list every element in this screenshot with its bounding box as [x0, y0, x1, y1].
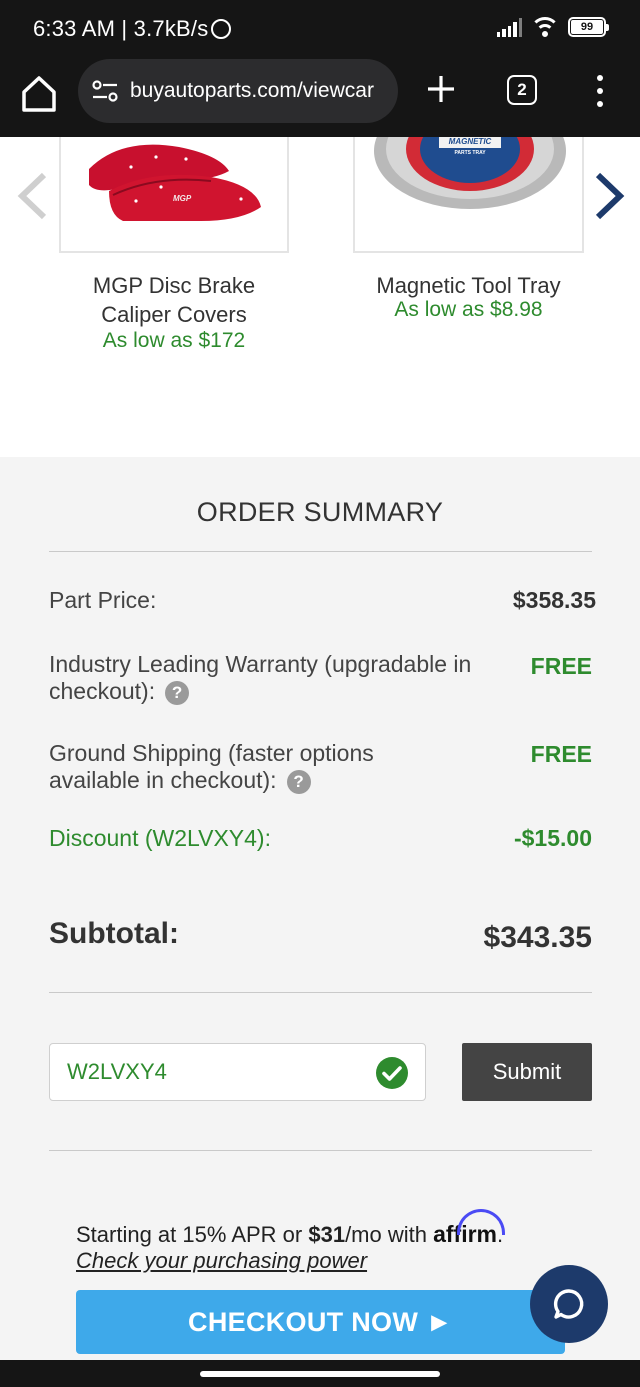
shipping-value: FREE — [530, 741, 592, 767]
tool-tray-image: MAGNETIC PARTS TRAY — [374, 137, 566, 209]
affirm-prefix: Starting at 15% APR or — [76, 1222, 309, 1247]
affirm-arc-icon — [457, 1209, 506, 1235]
home-icon — [22, 76, 56, 112]
product-name-line: Caliper Covers — [101, 302, 247, 327]
status-bar: 6:33 AM | 3.7kB/s 99 — [0, 0, 640, 56]
tray-logo-text: MAGNETIC — [449, 137, 492, 146]
affirm-suffix: /mo with — [345, 1222, 434, 1247]
product-name-tool-tray[interactable]: Magnetic Tool Tray — [353, 271, 584, 300]
menu-dot-icon — [597, 75, 603, 81]
part-price-value: $358.35 — [512, 587, 596, 613]
promo-code-input[interactable]: W2LVXY4 — [49, 1043, 426, 1101]
promo-code-value: W2LVXY4 — [67, 1059, 167, 1084]
warranty-value: FREE — [530, 653, 592, 679]
whatsapp-icon — [211, 19, 232, 39]
shipping-label: Ground Shipping (faster options availabl… — [49, 740, 374, 794]
address-bar[interactable]: buyautoparts.com/viewcar — [78, 59, 398, 123]
warranty-label: Industry Leading Warranty (upgradable in… — [49, 651, 471, 705]
battery-level: 99 — [571, 20, 603, 34]
divider — [49, 1150, 592, 1151]
product-image-tool-tray[interactable]: MAGNETIC PARTS TRAY — [353, 137, 584, 253]
menu-dot-icon — [597, 88, 603, 94]
url-text: buyautoparts.com/viewcar — [130, 79, 374, 102]
product-price-caliper-covers: As low as $172 — [102, 329, 246, 352]
browser-toolbar: buyautoparts.com/viewcar 2 — [0, 56, 640, 137]
divider — [49, 551, 592, 552]
promo-submit-button[interactable]: Submit — [462, 1043, 592, 1101]
signal-icon — [496, 17, 522, 37]
divider — [49, 992, 592, 993]
tray-logo-subtext: PARTS TRAY — [454, 150, 486, 156]
chevron-right-icon[interactable] — [590, 171, 626, 221]
related-products-carousel: MGP MAGNETIC PARTS TRAY MGP Disc Brake C… — [0, 137, 640, 457]
tab-switcher-button[interactable]: 2 — [507, 75, 537, 105]
warranty-label-line: Industry Leading Warranty (upgradable in — [49, 651, 472, 677]
product-image-caliper-covers[interactable]: MGP — [59, 137, 289, 253]
shipping-label-line: Ground Shipping (faster options — [49, 740, 374, 766]
chat-bubble-icon — [553, 1289, 584, 1319]
caliper-logo-text: MGP — [173, 194, 192, 203]
shipping-label-text: available in checkout): — [49, 767, 277, 793]
chevron-left-icon[interactable] — [14, 171, 50, 221]
status-icons: 99 — [496, 17, 609, 37]
product-name-caliper-covers[interactable]: MGP Disc Brake Caliper Covers — [59, 271, 289, 329]
check-purchasing-power-link[interactable]: Check your purchasing power — [76, 1248, 367, 1274]
discount-value: -$15.00 — [513, 825, 592, 851]
chat-button[interactable] — [530, 1265, 608, 1343]
home-button[interactable] — [20, 74, 58, 114]
home-gesture-pill[interactable] — [200, 1371, 440, 1377]
warranty-label-text: checkout): — [49, 678, 156, 704]
affirm-logo: affirm — [433, 1209, 506, 1247]
product-price-tool-tray: As low as $8.98 — [394, 298, 543, 321]
wifi-icon — [532, 17, 558, 37]
browser-menu-button[interactable] — [592, 75, 608, 107]
affirm-amount: $31 — [308, 1222, 346, 1247]
subtotal-label: Subtotal: — [49, 917, 179, 950]
site-settings-icon[interactable] — [92, 80, 118, 102]
menu-dot-icon — [597, 101, 603, 107]
warranty-label-line: checkout):? — [49, 678, 471, 705]
checkout-now-button[interactable]: CHECKOUT NOW ► — [76, 1290, 565, 1354]
part-price-label: Part Price: — [49, 587, 157, 613]
help-icon[interactable]: ? — [286, 769, 311, 794]
discount-label: Discount (W2LVXY4): — [49, 825, 271, 851]
affirm-financing-text: Starting at 15% APR or $31/mo with affir… — [76, 1209, 506, 1248]
plus-icon — [428, 76, 454, 102]
system-nav-bar — [0, 1360, 640, 1387]
order-summary-title: ORDER SUMMARY — [196, 497, 444, 527]
help-icon[interactable]: ? — [165, 680, 190, 705]
caliper-covers-image: MGP — [89, 144, 261, 221]
order-summary: ORDER SUMMARY Part Price: $358.35 Indust… — [0, 457, 640, 1387]
new-tab-button[interactable] — [424, 72, 458, 106]
status-time-speed: 6:33 AM | 3.7kB/s — [33, 16, 209, 41]
product-name-line: MGP Disc Brake — [92, 273, 256, 298]
status-time: 6:33 AM | 3.7kB/s — [33, 16, 232, 42]
shipping-label-line: available in checkout):? — [49, 767, 374, 794]
subtotal-value: $343.35 — [483, 921, 592, 954]
check-circle-icon — [376, 1057, 408, 1089]
product-name-line: Magnetic Tool Tray — [376, 273, 561, 298]
battery-icon: 99 — [568, 17, 609, 37]
